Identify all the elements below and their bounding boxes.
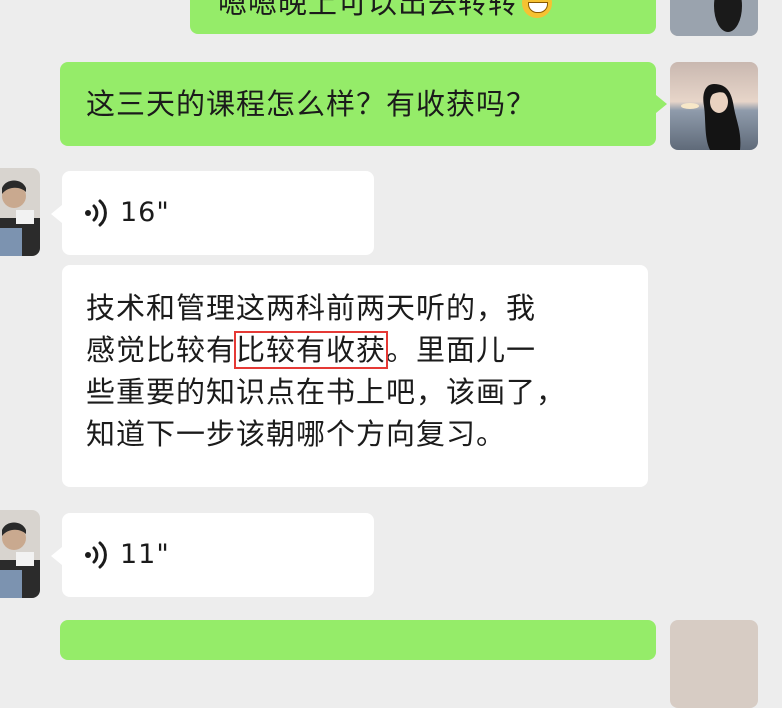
message-line: 感觉比较有比较有收获。里面儿一 bbox=[86, 329, 624, 371]
message-text: 。里面儿一 bbox=[386, 333, 537, 367]
highlighted-phrase: 比较有收获 bbox=[234, 331, 389, 369]
message-line: 些重要的知识点在书上吧，该画了， bbox=[86, 375, 567, 409]
avatar[interactable] bbox=[0, 510, 40, 598]
message-line: 知道下一步该朝哪个方向复习。 bbox=[86, 417, 507, 451]
grin-emoji-icon bbox=[522, 0, 553, 18]
message-text: 嗯嗯晚上可以出去转转 bbox=[218, 0, 519, 20]
avatar[interactable] bbox=[670, 62, 758, 150]
sea-sunset-icon bbox=[670, 62, 758, 150]
person-icon bbox=[0, 510, 40, 598]
voice-message-bubble[interactable]: 16" bbox=[62, 171, 374, 255]
voice-duration: 11" bbox=[120, 539, 170, 570]
sent-message-bubble[interactable]: 这三天的课程怎么样？有收获吗？ bbox=[60, 62, 656, 146]
bubble-tail bbox=[51, 547, 62, 565]
avatar[interactable] bbox=[0, 168, 40, 256]
voice-wave-icon bbox=[85, 199, 107, 227]
bubble-tail bbox=[51, 205, 62, 223]
sent-message-bubble[interactable]: 嗯嗯晚上可以出去转转 bbox=[190, 0, 656, 34]
bubble-tail bbox=[656, 95, 667, 113]
avatar[interactable] bbox=[670, 0, 758, 36]
sent-message-bubble[interactable] bbox=[60, 620, 656, 660]
voice-wave-icon bbox=[85, 541, 107, 569]
avatar[interactable] bbox=[670, 620, 758, 708]
message-line: 技术和管理这两科前两天听的，我 bbox=[86, 291, 537, 325]
person-icon bbox=[0, 168, 40, 256]
received-message-bubble[interactable]: 技术和管理这两科前两天听的，我 感觉比较有比较有收获。里面儿一 些重要的知识点在… bbox=[62, 265, 648, 487]
message-text: 这三天的课程怎么样？有收获吗？ bbox=[86, 87, 537, 121]
voice-duration: 16" bbox=[120, 197, 170, 228]
voice-message-bubble[interactable]: 11" bbox=[62, 513, 374, 597]
message-text: 感觉比较有 bbox=[86, 333, 237, 367]
